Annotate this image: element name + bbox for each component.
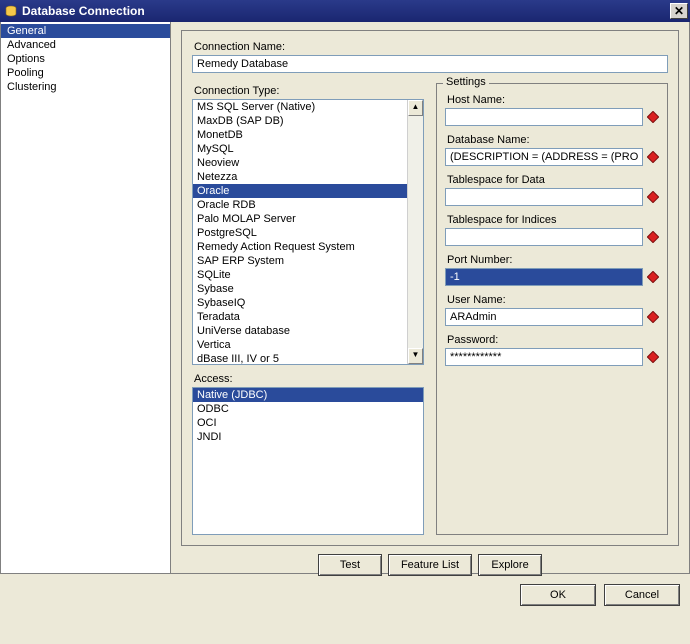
user-name-label: User Name: — [447, 294, 659, 306]
titlebar: Database Connection ✕ — [0, 0, 690, 22]
list-item[interactable]: Netezza — [193, 170, 407, 184]
action-button-row: Test Feature List Explore — [181, 554, 679, 576]
password-input[interactable] — [445, 348, 643, 366]
sidebar-item-options[interactable]: Options — [1, 52, 170, 66]
list-item[interactable]: Sybase — [193, 282, 407, 296]
variable-icon[interactable] — [647, 111, 659, 123]
database-icon — [4, 4, 18, 18]
tablespace-indices-label: Tablespace for Indices — [447, 214, 659, 226]
list-item[interactable]: PostgreSQL — [193, 226, 407, 240]
list-item[interactable]: SybaseIQ — [193, 296, 407, 310]
close-button[interactable]: ✕ — [670, 3, 688, 19]
host-name-label: Host Name: — [447, 94, 659, 106]
settings-fieldset: Settings Host Name: Database Name: Table… — [436, 83, 668, 535]
variable-icon[interactable] — [647, 151, 659, 163]
connection-type-listbox[interactable]: MS SQL Server (Native)MaxDB (SAP DB)Mone… — [192, 99, 424, 365]
variable-icon[interactable] — [647, 191, 659, 203]
tablespace-data-label: Tablespace for Data — [447, 174, 659, 186]
connection-name-input[interactable] — [192, 55, 668, 73]
list-item[interactable]: MS SQL Server (Native) — [193, 100, 407, 114]
test-button[interactable]: Test — [318, 554, 382, 576]
sidebar: GeneralAdvancedOptionsPoolingClustering — [1, 22, 171, 573]
list-item[interactable]: MySQL — [193, 142, 407, 156]
sidebar-item-clustering[interactable]: Clustering — [1, 80, 170, 94]
list-item[interactable]: SAP ERP System — [193, 254, 407, 268]
scroll-up-button[interactable]: ▲ — [408, 100, 423, 116]
list-item[interactable]: Vertica — [193, 338, 407, 352]
dialog-footer: OK Cancel — [0, 574, 690, 616]
list-item[interactable]: UniVerse database — [193, 324, 407, 338]
list-item[interactable]: Native (JDBC) — [193, 388, 423, 402]
dialog-body: GeneralAdvancedOptionsPoolingClustering … — [0, 22, 690, 574]
host-name-input[interactable] — [445, 108, 643, 126]
scroll-down-button[interactable]: ▼ — [408, 348, 423, 364]
tablespace-indices-input[interactable] — [445, 228, 643, 246]
variable-icon[interactable] — [647, 351, 659, 363]
list-item[interactable]: JNDI — [193, 430, 423, 444]
database-name-input[interactable] — [445, 148, 643, 166]
connection-type-label: Connection Type: — [194, 85, 424, 97]
list-item[interactable]: MonetDB — [193, 128, 407, 142]
password-label: Password: — [447, 334, 659, 346]
tablespace-data-input[interactable] — [445, 188, 643, 206]
sidebar-item-general[interactable]: General — [1, 24, 170, 38]
sidebar-item-pooling[interactable]: Pooling — [1, 66, 170, 80]
settings-legend: Settings — [443, 76, 489, 88]
list-item[interactable]: Remedy Action Request System — [193, 240, 407, 254]
scrollbar[interactable]: ▲ ▼ — [407, 100, 423, 364]
connection-name-label: Connection Name: — [194, 41, 668, 53]
feature-list-button[interactable]: Feature List — [388, 554, 472, 576]
access-listbox[interactable]: Native (JDBC)ODBCOCIJNDI — [192, 387, 424, 535]
port-number-label: Port Number: — [447, 254, 659, 266]
list-item[interactable]: SQLite — [193, 268, 407, 282]
window-title: Database Connection — [22, 4, 670, 18]
ok-button[interactable]: OK — [520, 584, 596, 606]
list-item[interactable]: Teradata — [193, 310, 407, 324]
list-item[interactable]: OCI — [193, 416, 423, 430]
database-name-label: Database Name: — [447, 134, 659, 146]
list-item[interactable]: MaxDB (SAP DB) — [193, 114, 407, 128]
list-item[interactable]: Oracle — [193, 184, 407, 198]
variable-icon[interactable] — [647, 311, 659, 323]
list-item[interactable]: Neoview — [193, 156, 407, 170]
variable-icon[interactable] — [647, 231, 659, 243]
list-item[interactable]: dBase III, IV or 5 — [193, 352, 407, 364]
list-item[interactable]: ODBC — [193, 402, 423, 416]
explore-button[interactable]: Explore — [478, 554, 542, 576]
cancel-button[interactable]: Cancel — [604, 584, 680, 606]
main-panel: Connection Name: Connection Type: MS SQL… — [171, 22, 689, 573]
access-label: Access: — [194, 373, 424, 385]
sidebar-item-advanced[interactable]: Advanced — [1, 38, 170, 52]
scroll-track[interactable] — [408, 116, 423, 348]
port-number-input[interactable] — [445, 268, 643, 286]
list-item[interactable]: Palo MOLAP Server — [193, 212, 407, 226]
variable-icon[interactable] — [647, 271, 659, 283]
list-item[interactable]: Oracle RDB — [193, 198, 407, 212]
user-name-input[interactable] — [445, 308, 643, 326]
